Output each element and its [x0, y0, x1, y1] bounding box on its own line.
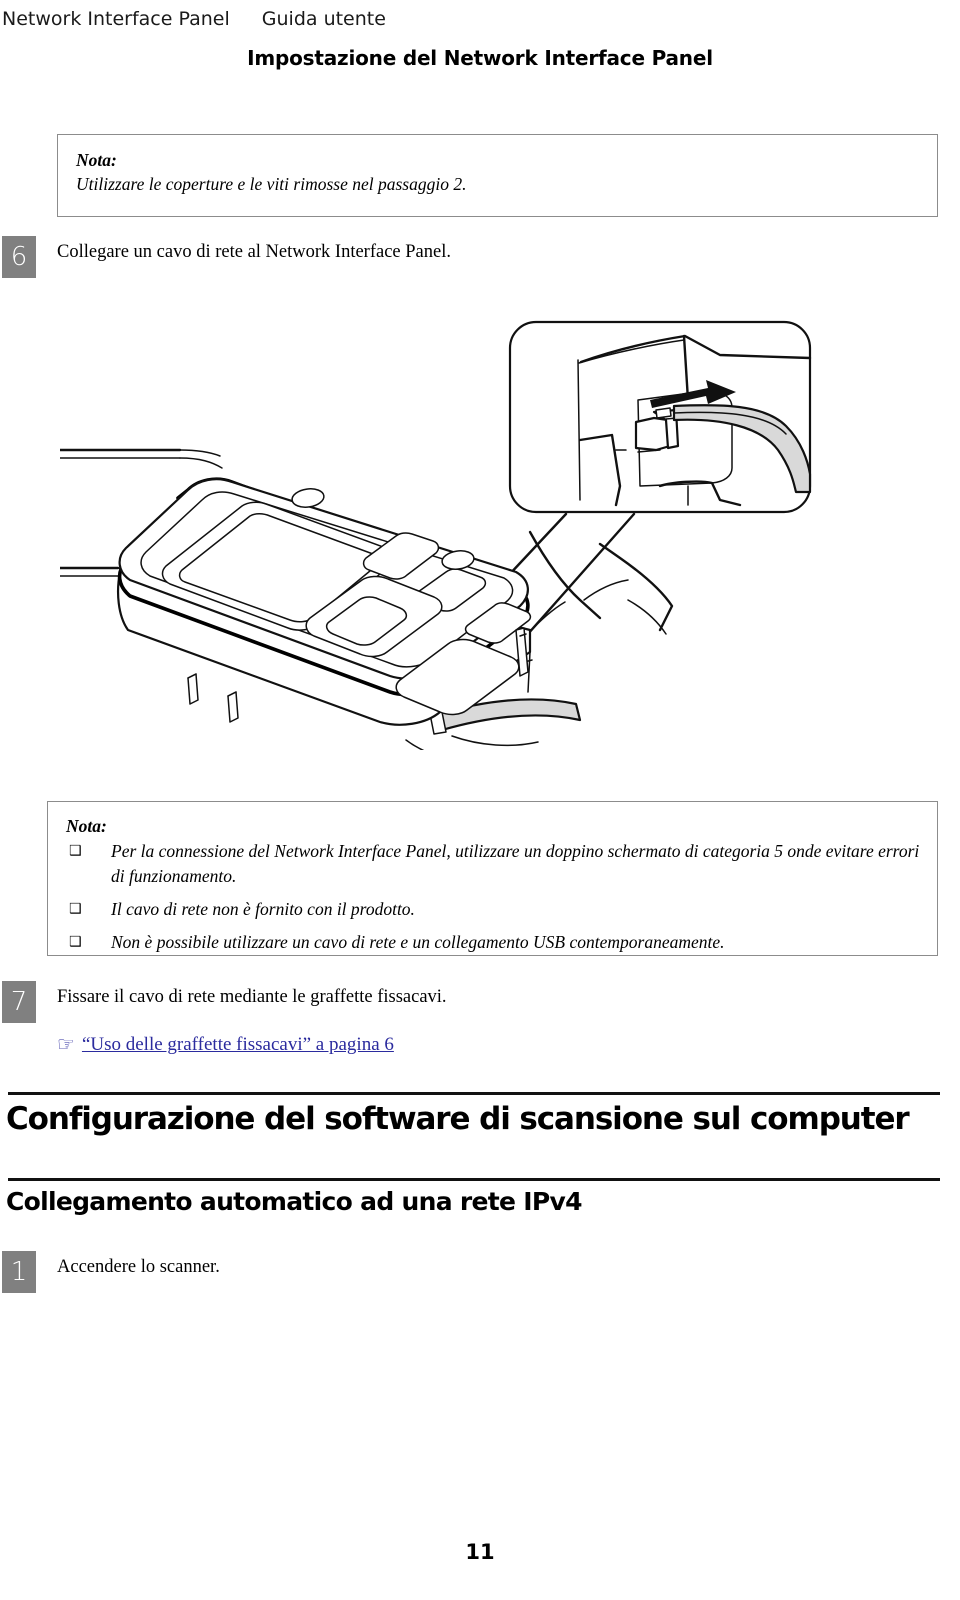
- list-item-text: Per la connessione del Network Interface…: [111, 841, 920, 886]
- list-item-text: Non è possibile utilizzare un cavo di re…: [111, 932, 725, 952]
- running-header: Network Interface Panel Guida utente: [0, 6, 960, 32]
- note-bottom-label: Nota:: [66, 816, 107, 836]
- note-bottom-list: ❑ Per la connessione del Network Interfa…: [66, 839, 921, 955]
- page-number: 11: [465, 1540, 495, 1564]
- header-guide-label: Guida utente: [261, 8, 386, 30]
- bullet-square-icon: ❑: [69, 901, 82, 917]
- callout-detail-rj45: [508, 320, 812, 514]
- step-1-badge: 1: [2, 1251, 36, 1293]
- heading-2: Collegamento automatico ad una rete IPv4: [6, 1187, 582, 1216]
- list-item: ❑ Non è possibile utilizzare un cavo di …: [66, 930, 921, 955]
- step-7-badge: 7: [2, 981, 36, 1023]
- heading-2-rule: [8, 1178, 940, 1181]
- list-item: ❑ Per la connessione del Network Interfa…: [66, 839, 921, 889]
- cross-reference-text: “Uso delle graffette fissacavi” a pagina…: [81, 1034, 394, 1055]
- note-box-bottom: Nota: ❑ Per la connessione del Network I…: [47, 801, 938, 956]
- bullet-square-icon: ❑: [69, 843, 82, 859]
- step-7-text: Fissare il cavo di rete mediante le graf…: [57, 987, 447, 1007]
- list-item: ❑ Il cavo di rete non è fornito con il p…: [66, 897, 921, 922]
- list-item-text: Il cavo di rete non è fornito con il pro…: [111, 899, 415, 919]
- step-6-text: Collegare un cavo di rete al Network Int…: [57, 242, 451, 262]
- section-title: Impostazione del Network Interface Panel: [247, 46, 713, 70]
- note-top-text: Utilizzare le coperture e le viti rimoss…: [76, 174, 467, 194]
- step-1-text: Accendere lo scanner.: [57, 1257, 220, 1277]
- note-top-label: Nota:: [76, 150, 117, 170]
- heading-1-rule: [8, 1092, 940, 1095]
- pointing-hand-icon: ☞: [57, 1032, 75, 1056]
- cross-reference-link[interactable]: ☞ “Uso delle graffette fissacavi” a pagin…: [57, 1031, 394, 1058]
- bullet-square-icon: ❑: [69, 934, 82, 950]
- control-panel: [117, 477, 532, 726]
- heading-1: Configurazione del software di scansione…: [6, 1101, 910, 1137]
- figure-network-cable-connection: .ln { fill:none; stroke:#111; stroke-wid…: [60, 300, 880, 750]
- note-box-top: Nota: Utilizzare le coperture e le viti …: [57, 134, 938, 217]
- header-document-title: Network Interface Panel: [2, 8, 230, 30]
- step-6-badge: 6: [2, 236, 36, 278]
